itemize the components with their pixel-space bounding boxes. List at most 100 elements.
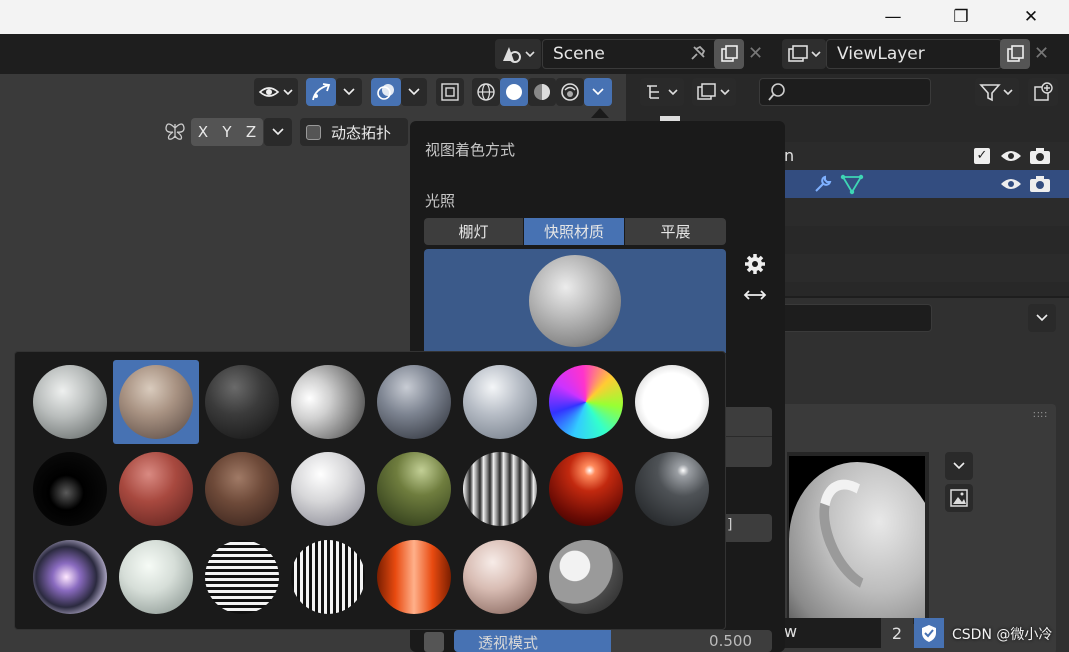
scene-selector-button[interactable]	[495, 39, 541, 69]
shading-options-dropdown[interactable]	[584, 78, 612, 106]
matcap-option-check-normal-y[interactable]	[543, 360, 629, 444]
shading-rendered-button[interactable]	[556, 78, 584, 106]
gear-icon[interactable]	[743, 252, 767, 276]
scene-icon	[503, 47, 535, 63]
matcap-option-clay-muddy[interactable]	[199, 447, 285, 531]
matcap-option-basic-side[interactable]	[285, 360, 371, 444]
shading-solid-button[interactable]	[500, 78, 528, 106]
xray-checkbox[interactable]	[424, 632, 444, 652]
matcap-option-pearl[interactable]	[113, 535, 199, 619]
properties-options-dropdown[interactable]	[1028, 304, 1056, 332]
matcap-option-resin[interactable]	[371, 535, 457, 619]
matcap-option-clay-brown[interactable]	[113, 447, 199, 531]
wrench-icon[interactable]	[812, 173, 834, 195]
new-scene-button[interactable]	[714, 39, 744, 69]
matcap-option-reflection-check-vertical[interactable]	[285, 535, 371, 619]
matcap-toon-icon	[549, 540, 623, 614]
lighting-matcap-option[interactable]: 快照材质	[524, 218, 624, 245]
new-collection-button[interactable]	[1028, 78, 1058, 106]
matcap-option-basic-dark[interactable]	[199, 360, 285, 444]
matcap-preview[interactable]	[424, 249, 726, 353]
matcap-option-reflection-check-horizontal[interactable]	[199, 535, 285, 619]
maximize-button[interactable]: ❐	[938, 0, 984, 34]
fake-user-toggle[interactable]	[914, 618, 944, 648]
eye-icon[interactable]	[1000, 176, 1022, 192]
partial-bracket-glyph: ]	[727, 517, 733, 533]
delete-scene-icon[interactable]: ✕	[748, 43, 763, 64]
mirror-z-toggle[interactable]: Z	[239, 118, 263, 146]
matcap-option-check-rim-light[interactable]	[629, 360, 715, 444]
mesh-data-icon[interactable]	[840, 173, 864, 195]
dynamic-topology-toggle[interactable]: 动态拓扑	[300, 118, 408, 146]
matcap-option-basic-2[interactable]	[113, 360, 199, 444]
new-view-layer-button[interactable]	[1000, 39, 1030, 69]
outliner-filter-view-layer[interactable]	[692, 78, 736, 106]
matcap-option-metal-shiny[interactable]	[27, 535, 113, 619]
color-option-buttons[interactable]	[725, 407, 772, 467]
view-layer-icon	[788, 45, 821, 62]
view-layer-name-field[interactable]: ViewLayer	[826, 39, 1002, 69]
camera-icon[interactable]	[1029, 147, 1051, 165]
xray-alpha-slider[interactable]: 透视模式 0.500	[454, 630, 772, 652]
divider	[725, 436, 772, 437]
gizmo-dropdown[interactable]	[336, 78, 362, 106]
shading-wireframe-button[interactable]	[472, 78, 500, 106]
matcap-ceramic-dark-icon	[377, 365, 451, 439]
matcap-option-toon[interactable]	[543, 535, 629, 619]
overlays-toggle[interactable]	[371, 78, 401, 106]
scene-name-field[interactable]: Scene	[542, 39, 742, 69]
flip-horizontal-icon[interactable]	[742, 285, 768, 305]
shading-material-button[interactable]	[528, 78, 556, 106]
dynamic-topology-checkbox[interactable]	[306, 124, 321, 140]
visibility-selector[interactable]	[254, 78, 298, 106]
matcap-option-ceramic-light[interactable]	[457, 360, 543, 444]
eye-icon[interactable]	[1000, 148, 1022, 164]
chevron-down-icon	[592, 88, 604, 96]
outliner-filter-button[interactable]	[975, 78, 1019, 106]
view-layer-selector-button[interactable]	[782, 39, 826, 69]
texture-dropdown[interactable]	[945, 452, 973, 480]
exclude-checkbox[interactable]: ✓	[974, 148, 990, 164]
lighting-flat-option[interactable]: 平展	[625, 218, 726, 245]
camera-icon[interactable]	[1029, 175, 1051, 193]
brush-name-field[interactable]: w	[781, 618, 881, 648]
image-icon	[950, 489, 968, 507]
mirror-y-toggle[interactable]: Y	[215, 118, 239, 146]
maximize-icon: ❐	[953, 7, 969, 27]
lighting-studio-option[interactable]: 棚灯	[424, 218, 523, 245]
mirror-dropdown[interactable]	[264, 118, 292, 146]
matcap-clay-red-icon	[119, 452, 193, 526]
close-window-button[interactable]: ✕	[1008, 0, 1054, 34]
duplicate-icon	[1007, 45, 1024, 62]
delete-view-layer-icon[interactable]: ✕	[1034, 43, 1049, 64]
users-count[interactable]: 2	[881, 618, 913, 648]
matcap-option-clay-studio[interactable]	[285, 447, 371, 531]
lighting-option-label: 快照材质	[543, 223, 604, 241]
background-option-button[interactable]: ]	[725, 514, 772, 542]
matcap-skin-pink-icon	[463, 540, 537, 614]
shield-icon	[922, 625, 936, 642]
pin-icon[interactable]	[686, 43, 708, 65]
overlays-dropdown[interactable]	[401, 78, 427, 106]
minimize-button[interactable]: —	[870, 0, 916, 34]
matcap-option-check-rim-dark[interactable]	[27, 447, 113, 531]
matcap-option-jade[interactable]	[371, 447, 457, 531]
outliner-display-mode[interactable]	[640, 78, 684, 106]
gizmo-toggle[interactable]	[306, 78, 336, 106]
matcap-option-metal-carpaint[interactable]	[543, 447, 629, 531]
drag-handle-icon[interactable]: ∷∷	[1033, 410, 1048, 421]
mirror-x-toggle[interactable]: X	[191, 118, 215, 146]
overlays-icon	[377, 84, 394, 100]
brush-texture-frame	[787, 452, 929, 624]
outliner-search-input[interactable]	[759, 78, 931, 106]
matcap-option-skin[interactable]	[457, 535, 543, 619]
xray-toggle[interactable]	[436, 78, 464, 106]
texture-image-button[interactable]	[945, 484, 973, 512]
matcap-option-metal-anisotropic[interactable]	[457, 447, 543, 531]
matcap-metal-stripes-icon	[463, 452, 537, 526]
matcap-white-icon	[635, 365, 709, 439]
matcap-pearl-icon	[119, 540, 193, 614]
matcap-option-basic-1[interactable]	[27, 360, 113, 444]
matcap-option-ceramic-dark[interactable]	[371, 360, 457, 444]
matcap-option-metal-lead[interactable]	[629, 447, 715, 531]
